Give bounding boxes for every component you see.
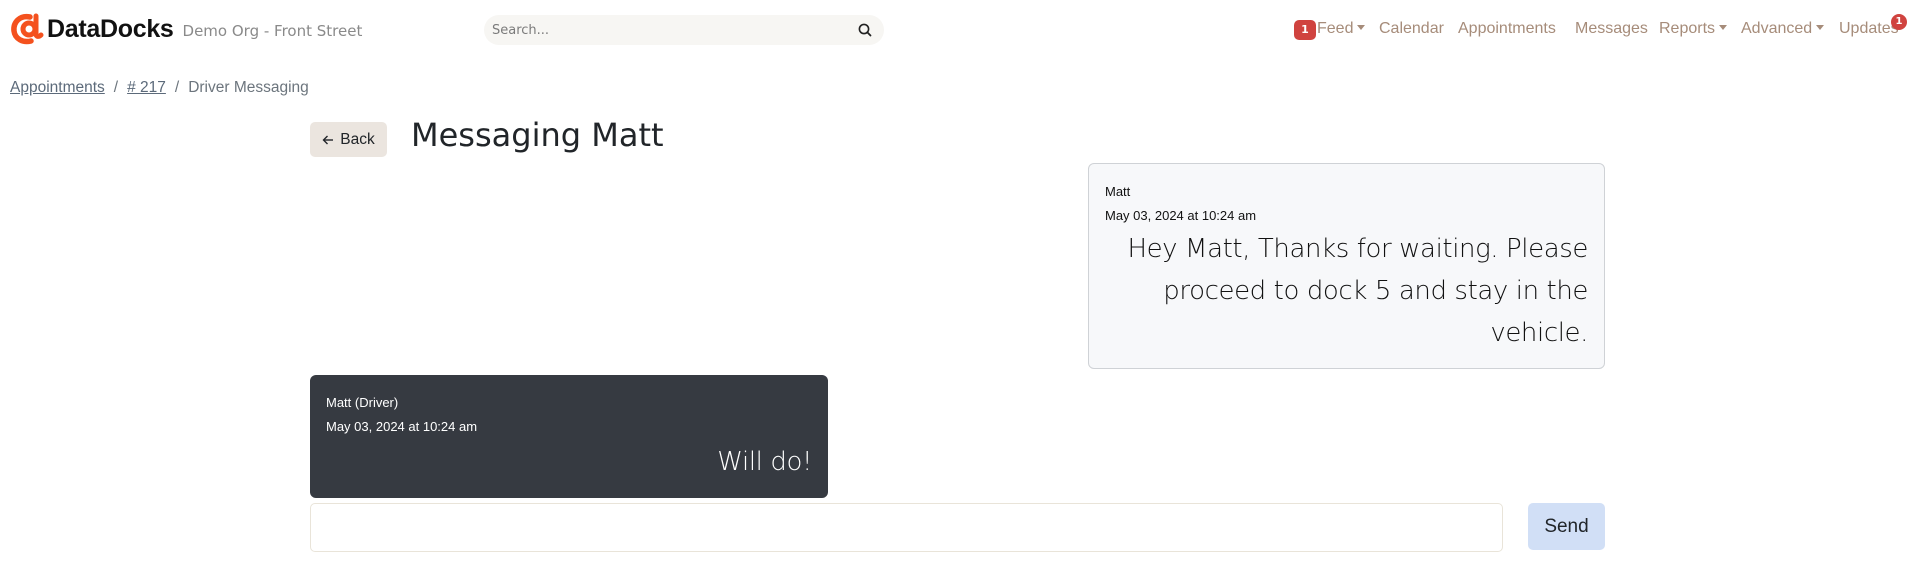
back-button[interactable]: Back bbox=[310, 122, 387, 157]
message-timestamp: May 03, 2024 at 10:24 am bbox=[326, 419, 478, 434]
breadcrumb-separator: / bbox=[113, 79, 119, 96]
organization-name: Demo Org - Front Street bbox=[182, 22, 363, 40]
breadcrumb-separator: / bbox=[174, 79, 180, 96]
search-input[interactable] bbox=[492, 15, 842, 45]
feed-notification-badge: 1 bbox=[1294, 20, 1316, 40]
nav-calendar[interactable]: Calendar bbox=[1379, 20, 1444, 38]
message-author: Matt bbox=[1105, 184, 1131, 199]
message-timestamp: May 03, 2024 at 10:24 am bbox=[1105, 208, 1257, 223]
caret-down-icon bbox=[1816, 25, 1825, 30]
updates-notification-badge: 1 bbox=[1891, 14, 1907, 30]
nav-messages[interactable]: Messages bbox=[1575, 20, 1648, 38]
breadcrumb: Appointments / # 217 / Driver Messaging bbox=[10, 79, 309, 97]
nav-advanced-dropdown[interactable]: Advanced bbox=[1741, 20, 1825, 38]
message-author: Matt (Driver) bbox=[326, 395, 399, 410]
nav-advanced-label: Advanced bbox=[1741, 20, 1813, 37]
message-bubble-driver: Matt (Driver) May 03, 2024 at 10:24 am W… bbox=[310, 375, 828, 498]
nav-reports-dropdown[interactable]: Reports bbox=[1659, 20, 1728, 38]
breadcrumb-current: Driver Messaging bbox=[188, 79, 309, 96]
nav-feed-label: Feed bbox=[1317, 20, 1354, 37]
breadcrumb-appointments[interactable]: Appointments bbox=[10, 79, 105, 96]
send-button[interactable]: Send bbox=[1528, 503, 1605, 550]
message-bubble-received: Matt May 03, 2024 at 10:24 am Hey Matt, … bbox=[1088, 163, 1605, 369]
brand-name: DataDocks bbox=[47, 14, 174, 43]
datadocks-logo-icon bbox=[11, 13, 44, 45]
brand[interactable]: DataDocks Demo Org - Front Street bbox=[10, 12, 362, 46]
arrow-left-icon bbox=[322, 135, 334, 144]
back-button-label: Back bbox=[340, 130, 375, 148]
message-text: Hey Matt, Thanks for waiting. Please pro… bbox=[1127, 234, 1588, 348]
nav-appointments[interactable]: Appointments bbox=[1458, 20, 1556, 38]
message-input[interactable] bbox=[310, 503, 1503, 552]
page-title: Messaging Matt bbox=[411, 116, 664, 154]
nav-reports-label: Reports bbox=[1659, 20, 1716, 37]
search-bar bbox=[484, 15, 884, 45]
caret-down-icon bbox=[1719, 25, 1728, 30]
message-text: Will do! bbox=[717, 447, 812, 477]
caret-down-icon bbox=[1357, 25, 1366, 30]
nav-feed-dropdown[interactable]: Feed bbox=[1317, 20, 1366, 38]
breadcrumb-appointment-217[interactable]: # 217 bbox=[127, 79, 166, 96]
top-navbar: DataDocks Demo Org - Front Street 1 Feed… bbox=[0, 0, 1915, 60]
nav-updates[interactable]: Updates bbox=[1839, 20, 1899, 38]
search-icon[interactable] bbox=[857, 22, 873, 38]
